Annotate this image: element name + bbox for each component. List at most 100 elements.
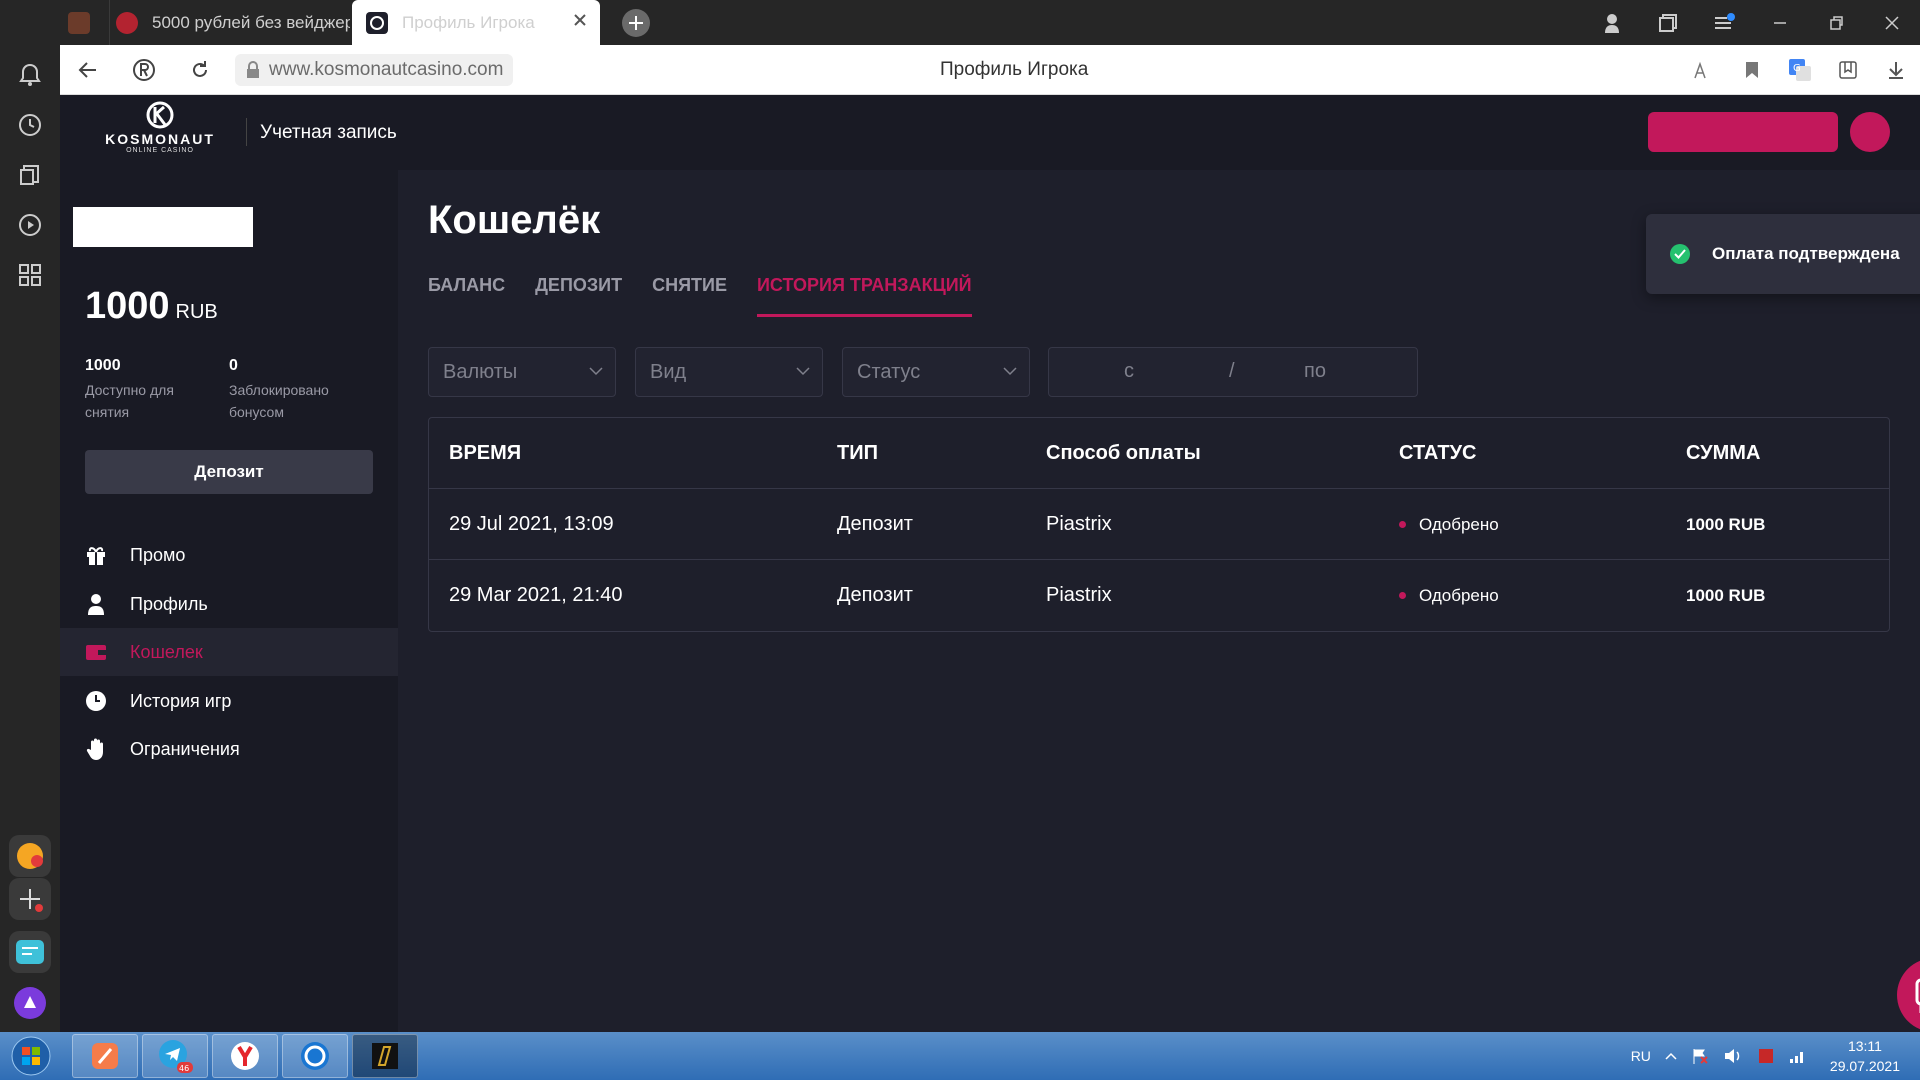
kosmonaut-favicon-icon xyxy=(366,11,388,34)
alice-icon[interactable] xyxy=(9,982,51,1024)
sidebar-item-label: История игр xyxy=(130,690,232,711)
date-range-field[interactable]: с / по xyxy=(1048,347,1418,397)
video-icon[interactable] xyxy=(15,210,45,240)
tab-pinned[interactable] xyxy=(60,0,110,45)
flag-icon[interactable] xyxy=(1691,1047,1709,1065)
tab-player-profile[interactable]: Профиль Игрока xyxy=(352,0,600,45)
column-header-payment-method: Способ оплаты xyxy=(1046,442,1201,464)
start-button[interactable] xyxy=(6,1034,56,1078)
avatar[interactable] xyxy=(1850,112,1890,152)
cell-status: Одобрено xyxy=(1399,489,1499,560)
taskbar-yandex-browser[interactable] xyxy=(212,1034,278,1078)
new-tab-button[interactable] xyxy=(622,9,650,37)
windows-logo-icon xyxy=(11,1036,51,1076)
available-balance: 1000 Доступно для снятия xyxy=(85,357,205,423)
network-signal-icon[interactable] xyxy=(1789,1048,1807,1064)
volume-icon[interactable] xyxy=(1723,1047,1743,1065)
tab-deposit[interactable]: ДЕПОЗИТ xyxy=(535,265,622,317)
payment-confirmed-toast: Оплата подтверждена xyxy=(1646,214,1920,294)
toast-message: Оплата подтверждена xyxy=(1712,244,1900,263)
kosmonaut-logo[interactable]: KOSMONAUT ONLINE CASINO xyxy=(95,101,225,154)
circle-app-icon xyxy=(301,1042,329,1070)
language-indicator[interactable]: RU xyxy=(1631,1048,1651,1064)
sidebar-item-limits[interactable]: Ограничения xyxy=(60,725,398,773)
collections-icon[interactable] xyxy=(15,160,45,190)
bell-icon[interactable] xyxy=(15,60,45,90)
table-header-row: ВРЕМЯ ТИП Способ оплаты СТАТУС СУММА xyxy=(429,418,1889,489)
cell-payment-method: Piastrix xyxy=(1046,513,1112,535)
taskbar-app-1[interactable] xyxy=(72,1034,138,1078)
cell-time: 29 Jul 2021, 13:09 xyxy=(449,513,614,535)
app-icon xyxy=(92,1043,118,1069)
taskbar-app-5[interactable] xyxy=(352,1034,418,1078)
apps-grid-icon[interactable] xyxy=(15,260,45,290)
yandex-browser-icon xyxy=(231,1042,259,1070)
translate-reader-icon[interactable] xyxy=(1680,45,1728,95)
sidebar-item-promo[interactable]: Промо xyxy=(60,531,398,579)
available-amount: 1000 xyxy=(85,357,121,374)
status-text: Одобрено xyxy=(1419,515,1499,534)
menu-icon[interactable] xyxy=(1696,0,1752,45)
date-from[interactable]: с xyxy=(1124,360,1134,383)
logo-mark-icon xyxy=(146,101,174,129)
tab-withdraw[interactable]: СНЯТИЕ xyxy=(652,265,727,317)
sidebar-item-label: Профиль xyxy=(130,593,208,614)
currency-select[interactable]: Валюты xyxy=(428,347,616,397)
address-bar-actions: G xyxy=(1680,45,1920,95)
sidebar-item-profile[interactable]: Профиль xyxy=(60,580,398,628)
sidebar-item-game-history[interactable]: История игр xyxy=(60,677,398,725)
chat-bubble-icon xyxy=(1915,978,1920,1013)
chevron-down-icon xyxy=(589,366,603,376)
history-icon[interactable] xyxy=(15,110,45,140)
tab-bonus[interactable]: 5000 рублей без вейджера xyxy=(110,0,350,45)
table-row: 29 Mar 2021, 21:40 Депозит Piastrix Одоб… xyxy=(429,560,1889,631)
balance: 1000 RUB xyxy=(85,285,218,328)
type-select[interactable]: Вид xyxy=(635,347,823,397)
logo-name: KOSMONAUT xyxy=(105,131,215,147)
bookmark-icon[interactable] xyxy=(1728,45,1776,95)
back-arrow-icon[interactable] xyxy=(64,45,112,95)
check-circle-icon xyxy=(1670,244,1690,264)
browser-tab-bar: 5000 рублей без вейджера Профиль Игрока xyxy=(0,0,1920,45)
balance-currency: RUB xyxy=(175,301,218,323)
status-select-value: Статус xyxy=(857,360,921,383)
sidebar-item-label: Ограничения xyxy=(130,738,240,759)
header-divider xyxy=(246,118,247,146)
url-field[interactable]: www.kosmonautcasino.com xyxy=(235,54,514,86)
reload-icon[interactable] xyxy=(176,45,224,95)
deposit-button[interactable]: Депозит xyxy=(85,450,373,494)
url-text: www.kosmonautcasino.com xyxy=(269,59,504,80)
cell-time: 29 Mar 2021, 21:40 xyxy=(449,584,623,606)
lock-icon xyxy=(245,61,261,79)
antivirus-icon[interactable] xyxy=(1757,1047,1775,1065)
chevron-down-icon xyxy=(796,366,810,376)
sidebar-item-label: Кошелек xyxy=(130,641,203,662)
sidebar-item-wallet[interactable]: Кошелек xyxy=(60,628,398,676)
tabs-icon[interactable] xyxy=(1640,0,1696,45)
header-action-button[interactable] xyxy=(1648,112,1838,152)
collections-bookmark-icon[interactable] xyxy=(1824,45,1872,95)
close-window-icon[interactable] xyxy=(1864,0,1920,45)
taskbar-app-4[interactable] xyxy=(282,1034,348,1078)
column-header-time: ВРЕМЯ xyxy=(449,442,522,464)
minimize-icon[interactable] xyxy=(1752,0,1808,45)
tab-transaction-history[interactable]: ИСТОРИЯ ТРАНЗАКЦИЙ xyxy=(756,265,972,317)
restore-icon[interactable] xyxy=(1808,0,1864,45)
tab-balance[interactable]: БАЛАНС xyxy=(428,265,505,317)
telegram-badge: 46 xyxy=(179,1064,189,1073)
taskbar-telegram[interactable]: 46 xyxy=(142,1034,208,1078)
download-icon[interactable] xyxy=(1872,45,1920,95)
yandex-logo-icon[interactable] xyxy=(120,45,168,95)
gift-icon xyxy=(84,543,108,567)
close-tab-icon[interactable] xyxy=(572,12,588,28)
google-translate-icon[interactable]: G xyxy=(1776,45,1824,95)
messenger-app-icon[interactable] xyxy=(9,931,51,973)
zen-app-icon[interactable] xyxy=(9,835,51,877)
status-select[interactable]: Статус xyxy=(842,347,1030,397)
tray-expand-icon[interactable] xyxy=(1665,1052,1677,1060)
add-app-icon[interactable] xyxy=(9,878,51,920)
account-icon[interactable] xyxy=(1584,0,1640,45)
clock[interactable]: 13:11 29.07.2021 xyxy=(1830,1036,1900,1076)
blocked-label: Заблокировано бонусом xyxy=(229,382,329,420)
date-to[interactable]: по xyxy=(1304,360,1326,383)
